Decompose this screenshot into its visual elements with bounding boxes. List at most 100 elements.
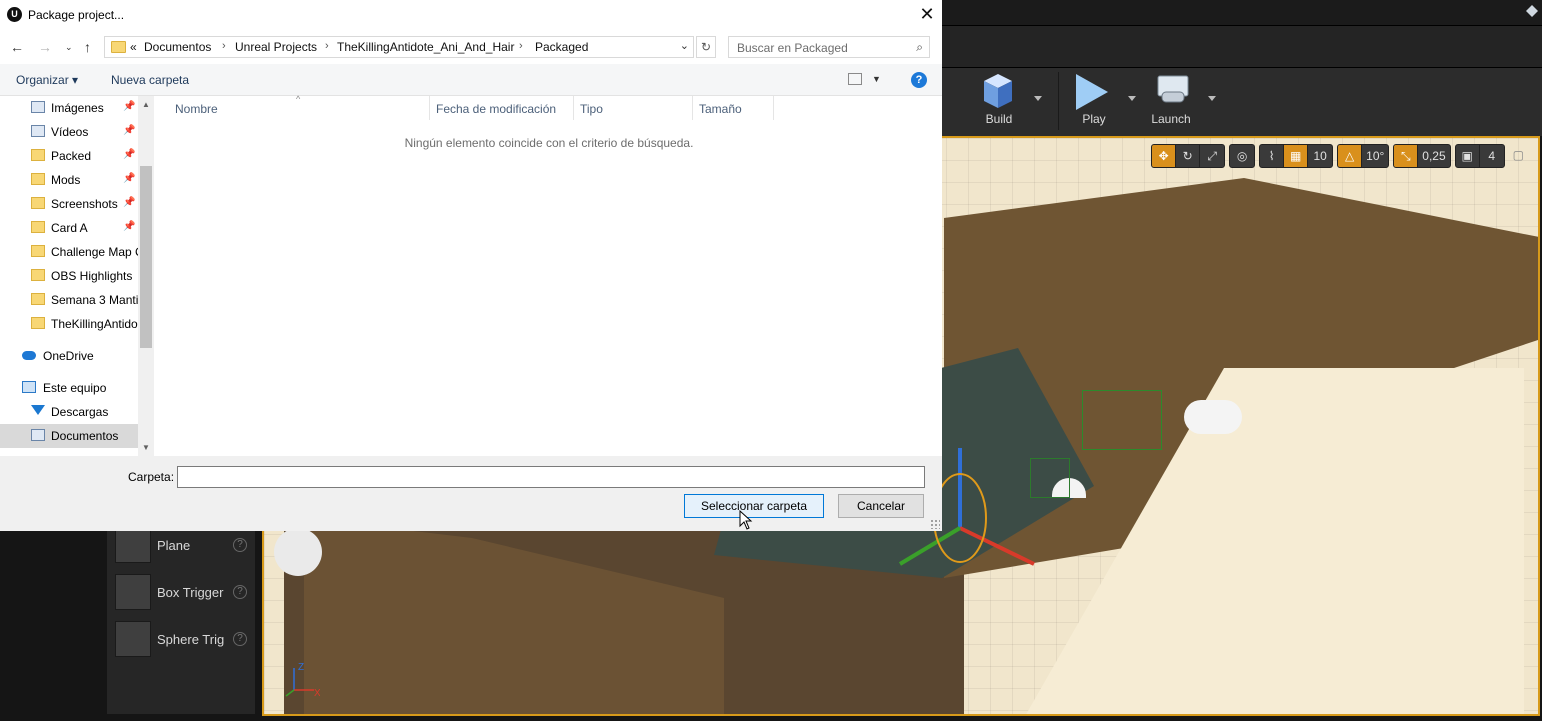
breadcrumb-overflow[interactable]: « [130,40,137,54]
column-header-type[interactable]: Tipo [574,96,693,120]
grid-snap-value[interactable]: 10 [1308,145,1332,167]
scale-mode-icon[interactable]: ⤢ [1200,145,1224,167]
launch-label: Launch [1151,112,1191,126]
pin-icon: 📌 [123,173,136,184]
nav-item-challenge-map[interactable]: Challenge Map C [0,240,138,264]
recent-locations-chevron-down-icon[interactable]: ⌄ [65,42,73,53]
place-item-plane[interactable]: Plane ? [115,525,255,565]
grid-snap-icon[interactable]: ▦ [1284,145,1309,167]
forward-arrow-icon[interactable]: → [38,39,52,55]
launch-button[interactable]: Launch [1138,68,1204,132]
help-icon[interactable]: ? [233,538,247,552]
nav-item-label: Imágenes [51,101,104,115]
nav-item-label: Screenshots [51,197,118,211]
nav-item-mods[interactable]: Mods 📌 [0,168,138,192]
column-header-label: Tamaño [699,102,742,116]
search-placeholder: Buscar en Packaged [737,41,848,55]
build-button[interactable]: Build [962,68,1036,132]
scroll-up-icon[interactable]: ▲ [142,100,150,109]
nav-item-label: Descargas [51,405,109,419]
folder-icon [111,41,126,53]
column-header-date[interactable]: Fecha de modificación [430,96,574,120]
column-header-size[interactable]: Tamaño [693,96,774,120]
view-mode-chevron-down-icon[interactable]: ▼ [872,74,881,84]
breadcrumb-unreal-projects[interactable]: Unreal Projects [235,40,317,54]
rotation-snap-value[interactable]: 10° [1362,145,1388,167]
nav-item-obs-highlights[interactable]: OBS Highlights [0,264,138,288]
nav-item-documentos[interactable]: Documentos [0,424,138,448]
help-icon[interactable]: ? [233,585,247,599]
nav-pane-scrollbar[interactable]: ▲ ▼ [138,96,154,456]
nav-item-descargas[interactable]: Descargas [0,400,138,424]
scale-snap-icon[interactable]: ⤡ [1394,145,1419,167]
transform-mode-group: ✥ ↻ ⤢ [1151,144,1226,168]
rotation-snap-icon[interactable]: △ [1338,145,1363,167]
editor-title-bar [942,0,1542,26]
place-item-label: Box Trigger [157,584,224,600]
unreal-logo-icon: U [7,7,22,22]
up-arrow-icon[interactable]: ↑ [84,39,91,55]
breadcrumb-project[interactable]: TheKillingAntidote_Ani_And_Hair [337,40,514,54]
camera-speed-value[interactable]: 4 [1480,145,1504,167]
column-header-label: Tipo [580,102,603,116]
address-chevron-down-icon[interactable]: ⌄ [680,39,689,52]
nav-item-videos[interactable]: Vídeos 📌 [0,120,138,144]
computer-icon [22,381,36,393]
breadcrumb-packaged[interactable]: Packaged [535,40,588,54]
editor-tab-strip [942,26,1542,68]
back-arrow-icon[interactable]: ← [10,39,24,55]
nav-item-label: OneDrive [43,349,94,363]
world-space-icon[interactable]: ◎ [1230,145,1254,167]
place-item-label: Sphere Trig [157,631,225,647]
cancel-button[interactable]: Cancelar [838,494,924,518]
nav-item-label: Vídeos [51,125,89,139]
nav-item-label: Documentos [51,429,119,443]
nav-item-imagenes[interactable]: Imágenes 📌 [0,96,138,120]
search-box[interactable]: Buscar en Packaged ⌕ [728,36,930,58]
refresh-button[interactable]: ↻ [696,36,716,58]
play-button[interactable]: Play [1060,68,1128,132]
play-label: Play [1082,112,1106,126]
onedrive-icon [22,351,36,360]
nav-item-label: Semana 3 Manti [51,293,138,307]
folder-icon [31,317,45,329]
scrollbar-thumb[interactable] [140,166,152,348]
translate-mode-icon[interactable]: ✥ [1152,145,1177,167]
camera-speed-icon[interactable]: ▣ [1456,145,1480,167]
nav-item-packed[interactable]: Packed 📌 [0,144,138,168]
resize-grip-icon[interactable] [930,519,940,529]
play-options-chevron-icon[interactable] [1128,96,1136,101]
axis-indicator: Z X [285,662,320,699]
maximize-viewport-icon[interactable]: ▢ [1509,144,1528,166]
view-mode-icon[interactable] [848,73,862,85]
new-folder-button[interactable]: Nueva carpeta [111,73,189,87]
nav-item-screenshots[interactable]: Screenshots 📌 [0,192,138,216]
nav-item-card-a[interactable]: Card A 📌 [0,216,138,240]
nav-item-onedrive[interactable]: OneDrive [0,344,138,368]
build-icon [984,74,1012,108]
close-button[interactable]: ✕ [912,0,942,30]
nav-item-thekillingantidote[interactable]: TheKillingAntido [0,312,138,336]
launch-options-chevron-icon[interactable] [1208,96,1216,101]
rotate-mode-icon[interactable]: ↻ [1176,145,1201,167]
place-item-sphere-trigger[interactable]: Sphere Trig ? [115,619,255,659]
surface-snap-icon[interactable]: ⌇ [1260,145,1285,167]
column-header-name[interactable]: Nombre ^ [156,94,430,120]
scroll-down-icon[interactable]: ▼ [142,443,150,452]
help-icon[interactable]: ? [911,72,927,88]
breadcrumb-documentos[interactable]: Documentos [144,40,211,54]
help-icon[interactable]: ? [233,632,247,646]
document-icon [31,429,45,441]
folder-input[interactable] [177,466,925,488]
organize-menu-button[interactable]: Organizar ▾ [16,73,78,87]
nav-item-semana-3[interactable]: Semana 3 Manti [0,288,138,312]
build-options-chevron-icon[interactable] [1034,96,1042,101]
nav-item-este-equipo[interactable]: Este equipo [0,376,138,400]
scale-snap-value[interactable]: 0,25 [1418,145,1449,167]
pin-icon: 📌 [123,149,136,160]
select-folder-button[interactable]: Seleccionar carpeta [684,494,824,518]
folder-icon [31,173,45,185]
place-item-box-trigger[interactable]: Box Trigger ? [115,572,255,612]
rotation-snap-group: △ 10° [1337,144,1390,168]
address-bar[interactable]: « Documentos › Unreal Projects › TheKill… [104,36,694,58]
